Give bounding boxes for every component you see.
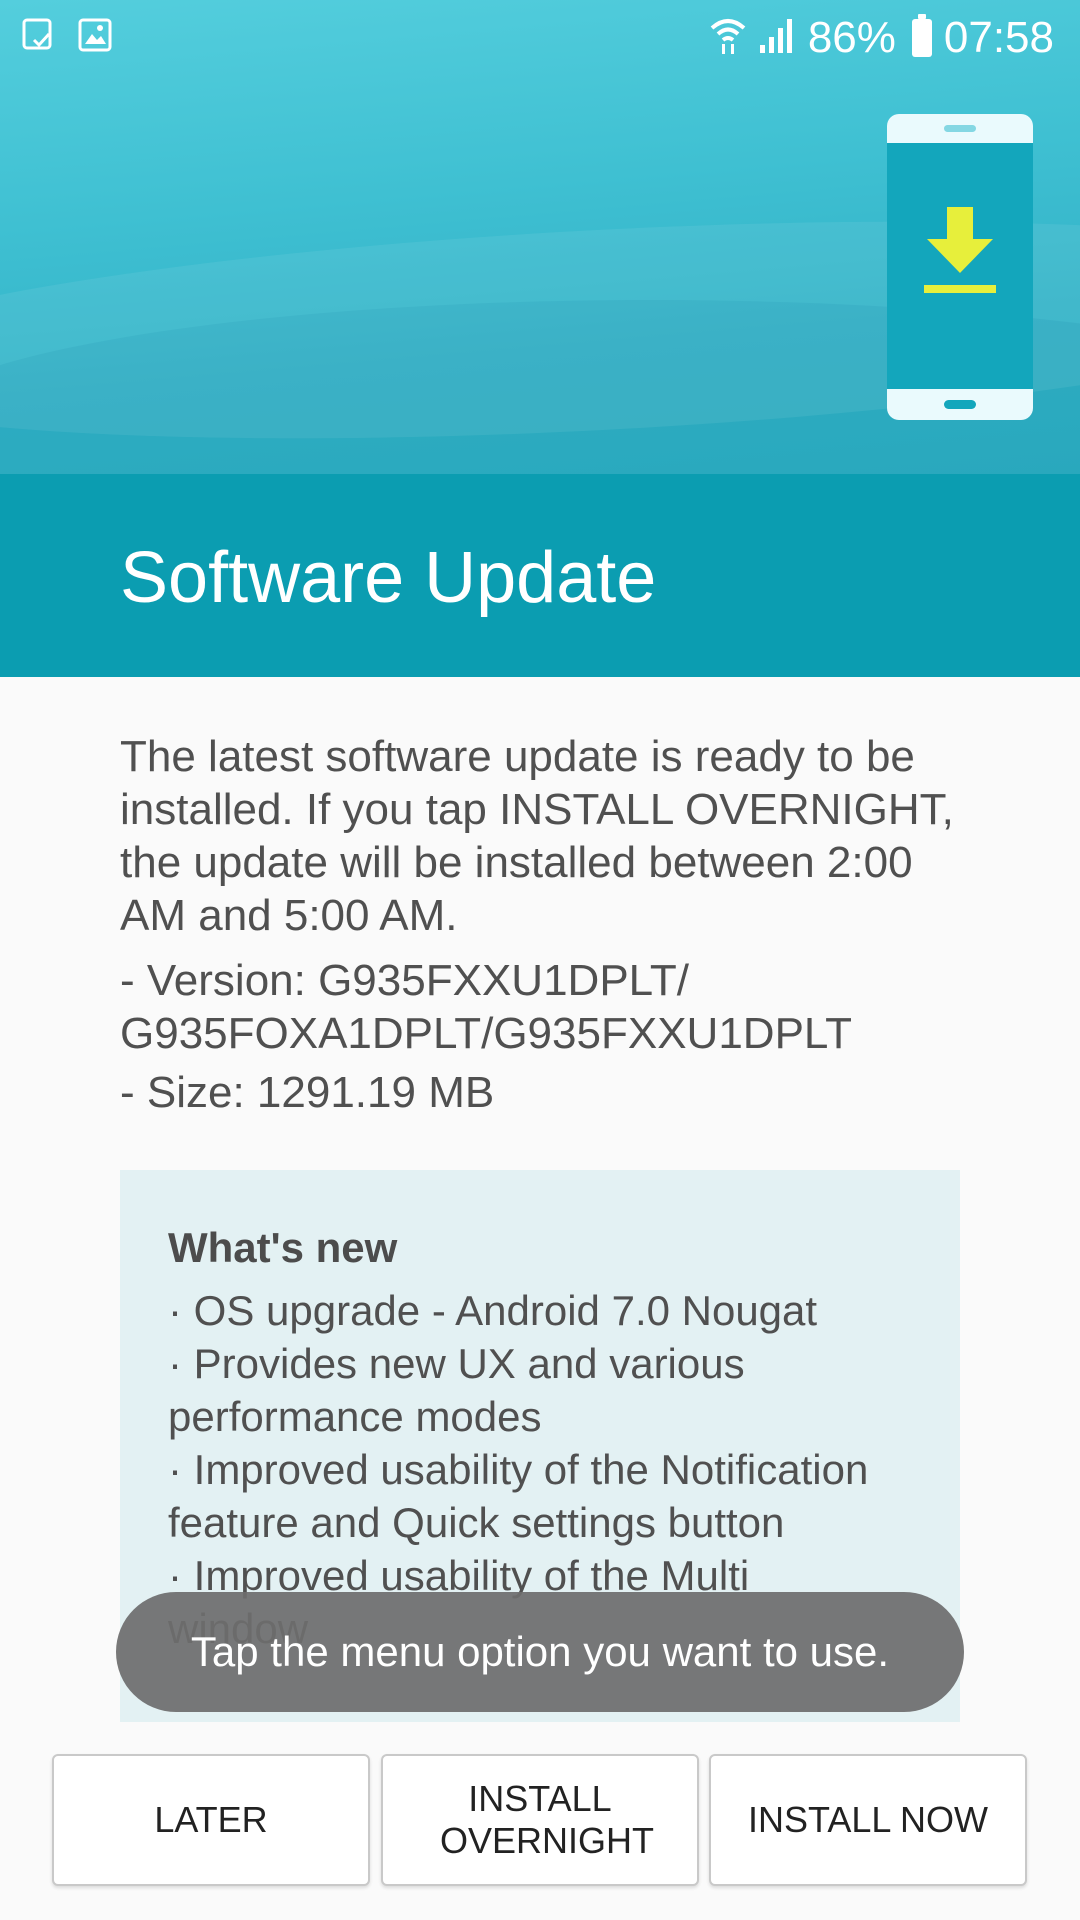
install-overnight-button[interactable]: INSTALL OVERNIGHT bbox=[381, 1754, 699, 1886]
whats-new-heading: What's new bbox=[168, 1224, 398, 1271]
clock: 07:58 bbox=[943, 13, 1054, 62]
download-arrow-icon bbox=[924, 207, 996, 293]
status-bar: 86% 07:58 bbox=[0, 0, 1080, 74]
update-description: The latest software update is ready to b… bbox=[120, 732, 954, 940]
gallery-icon bbox=[78, 18, 112, 57]
list-item: · Improved usability of the Notification… bbox=[168, 1446, 869, 1546]
version-info: - Version: G935FXXU1DPLT/ G935FOXA1DPLT/… bbox=[120, 956, 852, 1058]
list-item: · OS upgrade - Android 7.0 Nougat bbox=[168, 1287, 818, 1334]
notification-check-icon bbox=[22, 18, 54, 57]
battery-icon bbox=[911, 14, 932, 57]
phone-illustration bbox=[887, 114, 1033, 420]
phone-screen bbox=[887, 143, 1033, 389]
wifi-icon bbox=[710, 16, 746, 61]
install-now-button[interactable]: INSTALL NOW bbox=[709, 1754, 1027, 1886]
page-title: Software Update bbox=[120, 538, 657, 618]
later-button[interactable]: LATER bbox=[52, 1754, 370, 1886]
size-info: - Size: 1291.19 MB bbox=[120, 1068, 495, 1117]
toast-message: Tap the menu option you want to use. bbox=[116, 1592, 964, 1712]
signal-icon bbox=[758, 17, 796, 60]
phone-home-button bbox=[944, 400, 976, 409]
action-bar: LATER INSTALL OVERNIGHT INSTALL NOW bbox=[0, 1722, 1080, 1920]
list-item: · Provides new UX and various performanc… bbox=[168, 1340, 745, 1440]
install-overnight-label: INSTALL OVERNIGHT bbox=[440, 1778, 655, 1861]
phone-speaker bbox=[944, 125, 976, 132]
battery-percent: 86% bbox=[807, 13, 896, 62]
